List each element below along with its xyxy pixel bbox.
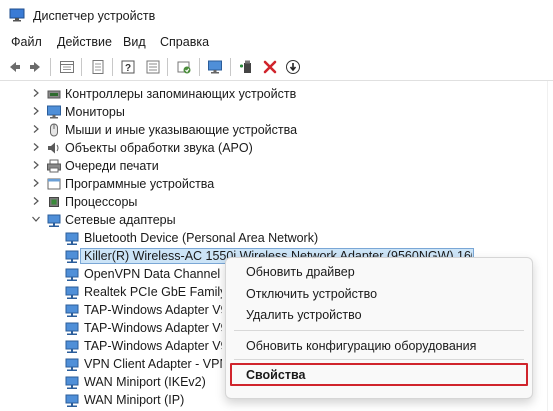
tree-category[interactable]: Контроллеры запоминающих устройств <box>0 85 553 103</box>
tree-category[interactable]: Мыши и иные указывающие устройства <box>0 121 553 139</box>
chevron-right-icon[interactable] <box>31 88 41 98</box>
tree-category[interactable]: Программные устройства <box>0 175 553 193</box>
adapter-label: Bluetooth Device (Personal Area Network) <box>84 231 319 245</box>
uninstall-icon[interactable] <box>260 57 280 77</box>
window-title: Диспетчер устройств <box>33 9 156 23</box>
adapter-label: OpenVPN Data Channel Offload <box>84 267 222 281</box>
menu-bar: Файл Действие Вид Справка <box>0 31 553 53</box>
chevron-down-icon[interactable] <box>31 214 41 224</box>
menu-separator <box>234 359 524 360</box>
forward-icon[interactable] <box>26 57 46 77</box>
monitor-icon <box>47 105 61 119</box>
adapter-label: TAP-Windows Adapter V9 <box>84 339 222 353</box>
tree-label: Объекты обработки звука (APO) <box>65 141 253 155</box>
device-manager-icon <box>9 8 25 22</box>
network-adapter-icon <box>65 358 79 371</box>
network-adapter-icon <box>65 232 79 245</box>
network-adapter-icon <box>65 286 79 299</box>
scrollbar[interactable] <box>547 81 548 411</box>
menu-help[interactable]: Справка <box>160 35 209 49</box>
tree-label: Контроллеры запоминающих устройств <box>65 87 297 101</box>
menu-scan-hardware[interactable]: Обновить конфигурацию оборудования <box>246 339 476 353</box>
adapter-label: WAN Miniport (IP) <box>84 393 185 407</box>
back-icon[interactable] <box>4 57 24 77</box>
network-adapter-icon <box>65 250 79 263</box>
adapter-label: WAN Miniport (IKEv2) <box>84 375 206 389</box>
tree-label: Мониторы <box>65 105 125 119</box>
add-driver-icon[interactable] <box>237 57 257 77</box>
tree-category[interactable]: Мониторы <box>0 103 553 121</box>
tree-label: Сетевые адаптеры <box>65 213 176 227</box>
title-bar: Диспетчер устройств <box>0 0 553 30</box>
svg-text:?: ? <box>125 63 131 74</box>
chevron-right-icon[interactable] <box>31 142 41 152</box>
network-adapter-icon <box>65 304 79 317</box>
context-menu: Обновить драйвер Отключить устройство Уд… <box>225 257 533 399</box>
document-icon[interactable] <box>88 57 108 77</box>
list-icon[interactable] <box>143 57 163 77</box>
menu-file[interactable]: Файл <box>11 35 42 49</box>
menu-separator <box>234 330 524 331</box>
network-adapter-icon <box>65 394 79 407</box>
audio-icon <box>48 142 59 154</box>
chevron-right-icon[interactable] <box>31 124 41 134</box>
menu-action[interactable]: Действие <box>57 35 112 49</box>
tree-label: Мыши и иные указывающие устройства <box>65 123 298 137</box>
update-driver-icon[interactable] <box>174 57 194 77</box>
help-icon[interactable]: ? <box>118 57 138 77</box>
tree-category[interactable]: Процессоры <box>0 193 553 211</box>
printer-icon <box>47 159 61 173</box>
network-adapter-icon <box>65 340 79 353</box>
tree-label: Очереди печати <box>65 159 159 173</box>
software-device-icon <box>47 178 61 190</box>
chevron-right-icon[interactable] <box>31 196 41 206</box>
mouse-icon <box>50 123 58 137</box>
menu-update-driver[interactable]: Обновить драйвер <box>246 265 355 279</box>
tree-label: Процессоры <box>65 195 138 209</box>
adapter-label: Realtek PCIe GbE Family Controller <box>84 285 222 299</box>
list-item[interactable]: Bluetooth Device (Personal Area Network) <box>0 229 553 247</box>
tree-category[interactable]: Сетевые адаптеры <box>0 211 553 229</box>
menu-properties[interactable]: Свойства <box>246 368 305 382</box>
storage-controller-icon <box>47 90 61 99</box>
network-adapter-icon <box>65 322 79 335</box>
network-adapter-icon <box>65 376 79 389</box>
properties-grid-icon[interactable] <box>57 57 77 77</box>
chevron-right-icon[interactable] <box>31 106 41 116</box>
chevron-right-icon[interactable] <box>31 160 41 170</box>
adapter-label: TAP-Windows Adapter V9 <box>84 303 222 317</box>
download-icon[interactable] <box>283 57 303 77</box>
chevron-right-icon[interactable] <box>31 178 41 188</box>
tree-category[interactable]: Очереди печати <box>0 157 553 175</box>
network-adapter-icon <box>65 268 79 281</box>
tree-category[interactable]: Объекты обработки звука (APO) <box>0 139 553 157</box>
network-icon <box>47 214 61 227</box>
menu-disable-device[interactable]: Отключить устройство <box>246 287 377 301</box>
adapter-label: VPN Client Adapter - VPN <box>84 357 222 371</box>
cpu-icon <box>49 197 59 207</box>
tree-label: Программные устройства <box>65 177 215 191</box>
menu-view[interactable]: Вид <box>123 35 146 49</box>
scan-monitor-icon[interactable] <box>205 57 225 77</box>
adapter-label: TAP-Windows Adapter V9 <box>84 321 222 335</box>
toolbar: ? <box>0 54 553 81</box>
menu-uninstall-device[interactable]: Удалить устройство <box>246 308 362 322</box>
